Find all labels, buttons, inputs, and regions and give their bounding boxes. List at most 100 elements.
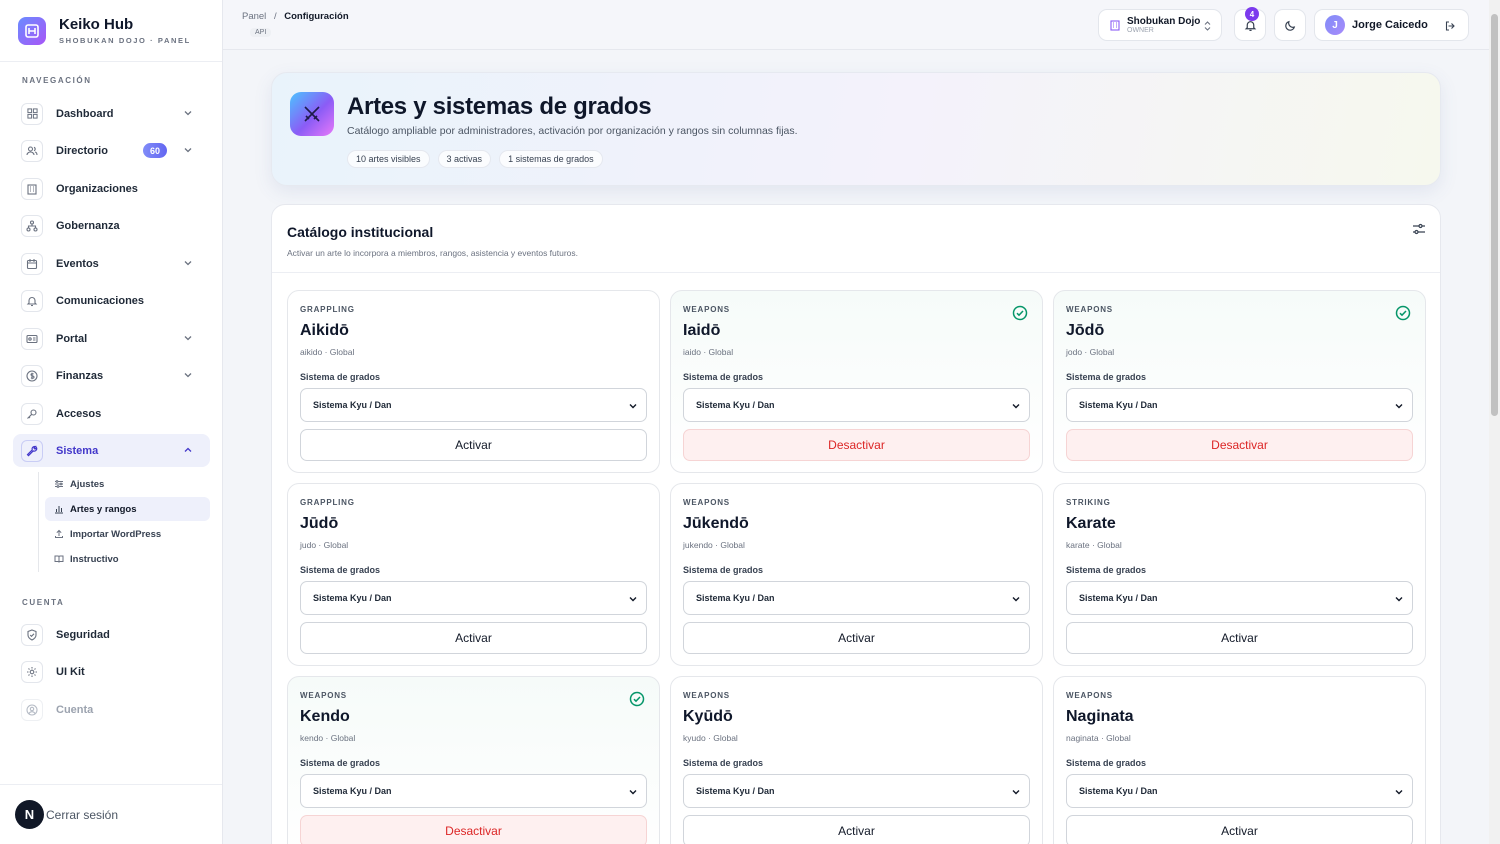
brand[interactable]: Keiko Hub SHOBUKAN DOJO · PANEL: [0, 0, 222, 62]
sidebar-item-eventos[interactable]: Eventos: [13, 247, 210, 280]
chevron-down-icon[interactable]: [182, 332, 194, 344]
grade-system-value: Sistema Kyu / Dan: [1079, 786, 1158, 796]
user-menu[interactable]: J Jorge Caicedo: [1314, 9, 1469, 41]
grade-system-select[interactable]: Sistema Kyu / Dan: [300, 581, 647, 615]
chevron-up-icon[interactable]: [182, 444, 194, 456]
org-name: Shobukan Dojo: [1127, 16, 1201, 27]
users-icon: [21, 139, 43, 162]
art-meta: iaido · Global: [683, 347, 734, 357]
grade-system-value: Sistema Kyu / Dan: [1079, 593, 1158, 603]
logout-icon[interactable]: [1444, 20, 1456, 32]
sidebar-subitem-label: Ajustes: [70, 478, 105, 490]
art-category: GRAPPLING: [300, 305, 355, 314]
deactivate-button[interactable]: Desactivar: [683, 429, 1030, 461]
deactivate-button[interactable]: Desactivar: [1066, 429, 1413, 461]
grade-system-select[interactable]: Sistema Kyu / Dan: [300, 388, 647, 422]
sidebar-subitem-label: Importar WordPress: [70, 528, 162, 540]
user-name: Jorge Caicedo: [1352, 19, 1428, 31]
activate-button[interactable]: Activar: [300, 622, 647, 654]
sidebar-subitem-ajustes[interactable]: Ajustes: [45, 472, 210, 496]
filter-settings-icon[interactable]: [1412, 222, 1426, 236]
logout-button[interactable]: N Cerrar sesión: [0, 784, 222, 844]
hierarchy-icon: [21, 214, 43, 237]
sidebar: Keiko Hub SHOBUKAN DOJO · PANEL NAVEGACI…: [0, 0, 223, 844]
sidebar-item-portal[interactable]: Portal: [13, 322, 210, 355]
breadcrumb-root[interactable]: Panel: [242, 11, 266, 22]
art-category: WEAPONS: [1066, 691, 1113, 700]
chevron-down-icon[interactable]: [182, 144, 194, 156]
wrench-icon: [21, 439, 43, 462]
sidebar-item-label: Dashboard: [56, 107, 114, 120]
sidebar-item-finanzas[interactable]: Finanzas: [13, 359, 210, 392]
art-name: Jōdō: [1066, 322, 1105, 339]
bar-chart-icon: [55, 506, 63, 514]
sidebar-item-organizaciones[interactable]: Organizaciones: [13, 172, 210, 205]
grade-system-value: Sistema Kyu / Dan: [696, 400, 775, 410]
org-switcher[interactable]: Shobukan Dojo OWNER: [1098, 9, 1222, 41]
building-icon: [1110, 20, 1120, 31]
grade-system-label: Sistema de grados: [300, 758, 381, 768]
sidebar-item-cuenta[interactable]: Cuenta: [13, 693, 210, 726]
sidebar-item-dashboard[interactable]: Dashboard: [13, 97, 210, 130]
chevron-down-icon: [1395, 790, 1403, 795]
activate-button[interactable]: Activar: [1066, 622, 1413, 654]
activate-button[interactable]: Activar: [683, 622, 1030, 654]
sidebar-item-seguridad[interactable]: Seguridad: [13, 618, 210, 651]
sidebar-subitem-importar-wordpress[interactable]: Importar WordPress: [45, 522, 210, 546]
grade-system-select[interactable]: Sistema Kyu / Dan: [1066, 388, 1413, 422]
activate-button[interactable]: Activar: [683, 815, 1030, 844]
chevron-down-icon[interactable]: [182, 257, 194, 269]
sidebar-item-ui-kit[interactable]: UI Kit: [13, 655, 210, 688]
sidebar-item-gobernanza[interactable]: Gobernanza: [13, 209, 210, 242]
chevron-down-icon: [629, 404, 637, 409]
activate-button[interactable]: Activar: [300, 429, 647, 461]
active-check-icon: [1395, 305, 1411, 321]
sidebar-subitem-artes-y-rangos[interactable]: Artes y rangos: [45, 497, 210, 521]
grade-system-label: Sistema de grados: [683, 372, 764, 382]
calendar-icon: [21, 252, 43, 275]
grade-system-select[interactable]: Sistema Kyu / Dan: [300, 774, 647, 808]
grade-system-select[interactable]: Sistema Kyu / Dan: [1066, 581, 1413, 615]
grade-system-select[interactable]: Sistema Kyu / Dan: [683, 774, 1030, 808]
art-card: WEAPONS Kyūdō kyudo · Global Sistema de gra…: [670, 676, 1043, 844]
notification-count-badge: 4: [1245, 7, 1259, 21]
sidebar-item-label: UI Kit: [56, 665, 85, 678]
art-name: Naginata: [1066, 708, 1134, 725]
grade-system-label: Sistema de grados: [300, 372, 381, 382]
art-card: GRAPPLING Aikidō aikido · Global Sistema de…: [287, 290, 660, 473]
grid-icon: [21, 102, 43, 125]
art-category: WEAPONS: [683, 498, 730, 507]
art-card: GRAPPLING Jūdō judo · Global Sistema de gra…: [287, 483, 660, 666]
grade-system-select[interactable]: Sistema Kyu / Dan: [683, 388, 1030, 422]
swords-icon: [290, 92, 334, 136]
notifications-button[interactable]: 4: [1234, 7, 1266, 41]
n-avatar: N: [15, 800, 44, 829]
moon-icon: [1284, 20, 1295, 31]
page-scrollbar[interactable]: [1489, 0, 1500, 844]
grade-system-select[interactable]: Sistema Kyu / Dan: [683, 581, 1030, 615]
scrollbar-thumb[interactable]: [1491, 14, 1498, 416]
catalog-description: Activar un arte lo incorpora a miembros,…: [287, 248, 579, 258]
sidebar-item-directorio[interactable]: Directorio 60: [13, 134, 210, 167]
art-category: WEAPONS: [1066, 305, 1113, 314]
theme-toggle-button[interactable]: [1274, 9, 1306, 41]
chevron-down-icon[interactable]: [182, 107, 194, 119]
art-meta: jukendo · Global: [683, 540, 745, 550]
chevron-down-icon: [1012, 404, 1020, 409]
sidebar-item-comunicaciones[interactable]: Comunicaciones: [13, 284, 210, 317]
sidebar-item-accesos[interactable]: Accesos: [13, 397, 210, 430]
grade-system-select[interactable]: Sistema Kyu / Dan: [1066, 774, 1413, 808]
dollar-icon: [21, 364, 43, 387]
activate-button[interactable]: Activar: [1066, 815, 1413, 844]
chevron-down-icon: [1012, 597, 1020, 602]
grade-system-label: Sistema de grados: [1066, 758, 1147, 768]
sidebar-item-sistema[interactable]: Sistema: [13, 434, 210, 467]
gear-icon: [21, 660, 43, 683]
sidebar-subitem-instructivo[interactable]: Instructivo: [45, 547, 210, 571]
grade-system-label: Sistema de grados: [1066, 565, 1147, 575]
breadcrumb-separator: /: [273, 11, 277, 22]
chevron-down-icon[interactable]: [182, 369, 194, 381]
book-icon: [54, 555, 64, 563]
sidebar-subitem-label: Artes y rangos: [70, 503, 137, 515]
deactivate-button[interactable]: Desactivar: [300, 815, 647, 844]
